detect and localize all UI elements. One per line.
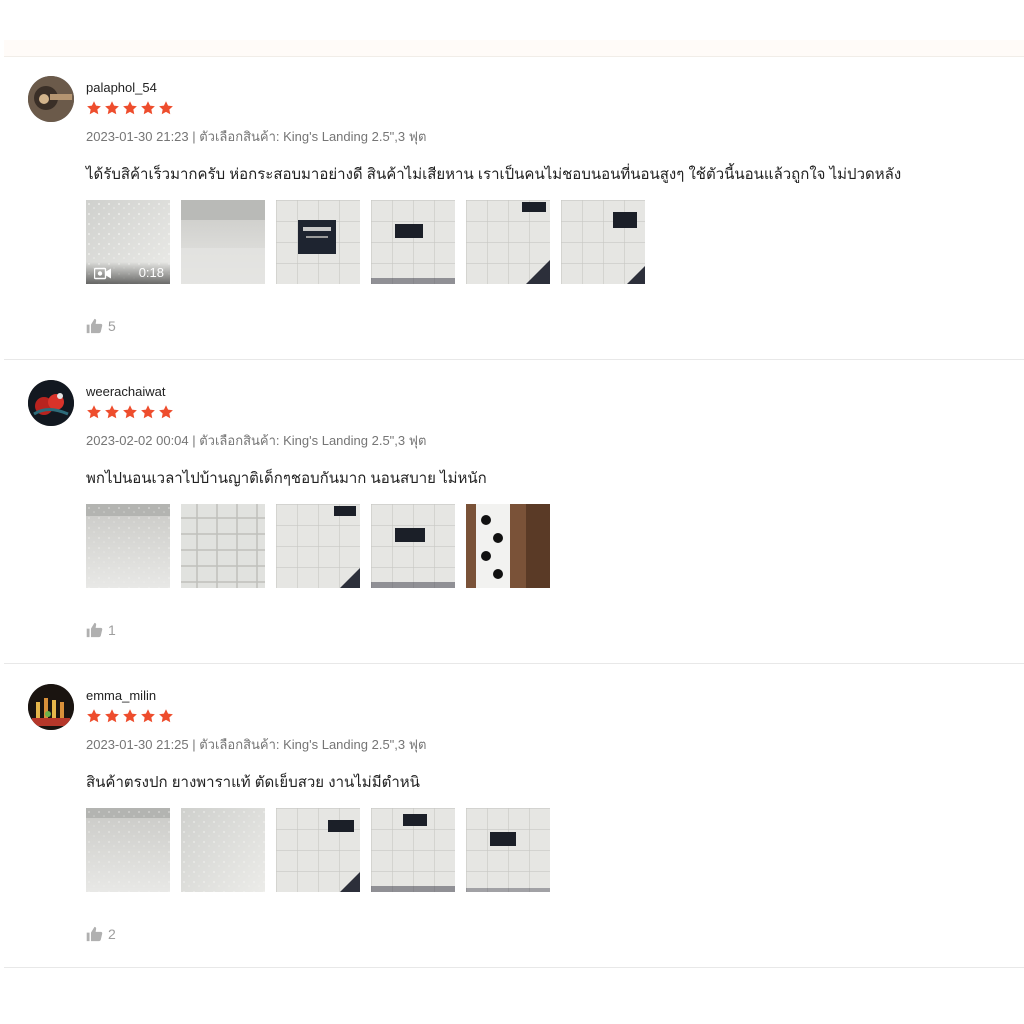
video-duration: 0:18 (138, 265, 164, 280)
review-meta: 2023-01-30 21:23 | ตัวเลือกสินค้า: King'… (86, 129, 427, 144)
star-icon (122, 100, 138, 116)
review-photo[interactable] (466, 808, 550, 892)
review-photo[interactable] (181, 504, 265, 588)
star-icon (104, 100, 120, 116)
like-section: 2 (86, 926, 116, 942)
review-media (86, 808, 550, 892)
review-photo[interactable] (86, 808, 170, 892)
star-icon (140, 708, 156, 724)
thumb-up-icon[interactable] (86, 318, 103, 334)
star-icon (86, 404, 102, 420)
thumb-up-icon[interactable] (86, 622, 103, 638)
review-item: emma_milin 2023-01-30 21:25 | ตัวเลือกสิ… (4, 664, 1024, 968)
like-section: 5 (86, 318, 116, 334)
review-item: weerachaiwat 2023-02-02 00:04 | ตัวเลือก… (4, 360, 1024, 664)
review-photo[interactable] (276, 200, 360, 284)
review-photo[interactable] (561, 200, 645, 284)
video-camera-icon (94, 267, 111, 280)
star-icon (158, 708, 174, 724)
review-photo[interactable] (181, 808, 265, 892)
star-rating (86, 708, 174, 726)
star-icon (158, 100, 174, 116)
username: palaphol_54 (86, 80, 157, 95)
username: weerachaiwat (86, 384, 166, 399)
avatar[interactable] (28, 76, 74, 122)
like-count: 1 (108, 622, 116, 638)
review-video-thumbnail[interactable]: 0:18 (86, 200, 170, 284)
review-photo[interactable] (276, 808, 360, 892)
star-rating (86, 100, 174, 118)
review-media (86, 504, 550, 588)
review-media: 0:18 (86, 200, 645, 284)
star-icon (86, 708, 102, 724)
like-section: 1 (86, 622, 116, 638)
avatar[interactable] (28, 684, 74, 730)
star-icon (104, 404, 120, 420)
star-icon (140, 100, 156, 116)
star-icon (122, 708, 138, 724)
filter-band (4, 40, 1024, 57)
review-photo[interactable] (371, 504, 455, 588)
review-comment: ได้รับสิค้าเร็วมากครับ ห่อกระสอบมาอย่างด… (86, 166, 902, 183)
review-photo[interactable] (181, 200, 265, 284)
review-comment: สินค้าตรงปก ยางพาราแท้ ตัดเย็บสวย งานไม่… (86, 774, 420, 791)
review-meta: 2023-02-02 00:04 | ตัวเลือกสินค้า: King'… (86, 433, 427, 448)
review-photo[interactable] (466, 504, 550, 588)
review-photo[interactable] (276, 504, 360, 588)
star-icon (122, 404, 138, 420)
star-icon (140, 404, 156, 420)
review-photo[interactable] (371, 808, 455, 892)
avatar[interactable] (28, 380, 74, 426)
review-item: palaphol_54 2023-01-30 21:23 | ตัวเลือกส… (4, 56, 1024, 360)
star-icon (104, 708, 120, 724)
username: emma_milin (86, 688, 157, 703)
review-meta: 2023-01-30 21:25 | ตัวเลือกสินค้า: King'… (86, 737, 427, 752)
review-photo[interactable] (86, 504, 170, 588)
star-icon (86, 100, 102, 116)
star-rating (86, 404, 174, 422)
thumb-up-icon[interactable] (86, 926, 103, 942)
star-icon (158, 404, 174, 420)
review-photo[interactable] (371, 200, 455, 284)
review-photo[interactable] (466, 200, 550, 284)
like-count: 2 (108, 926, 116, 942)
like-count: 5 (108, 318, 116, 334)
review-comment: พกไปนอนเวลาไปบ้านญาติเด็กๆชอบกันมาก นอนส… (86, 470, 487, 487)
